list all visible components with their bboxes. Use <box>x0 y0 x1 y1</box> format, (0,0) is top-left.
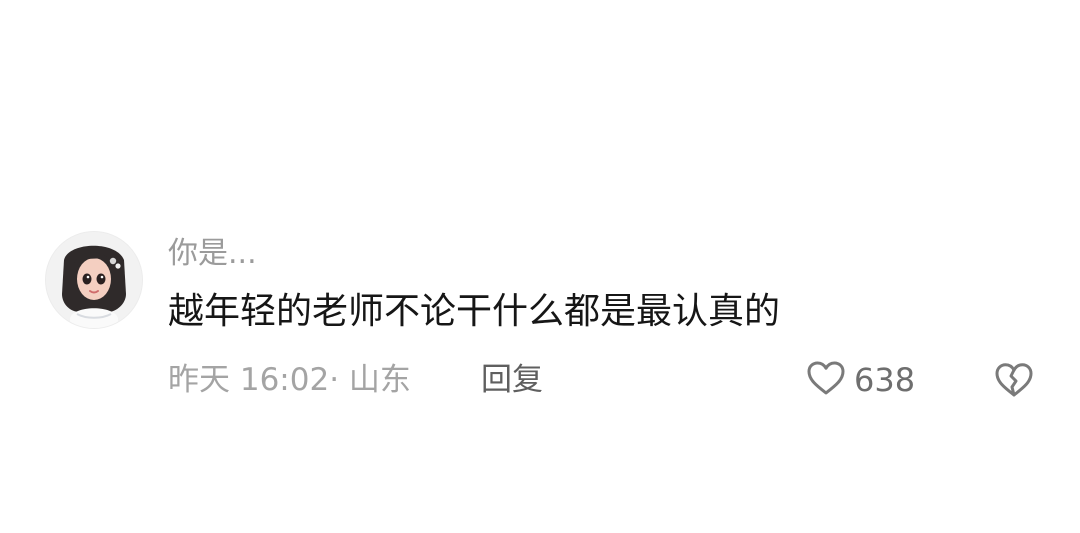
like-button[interactable]: 638 <box>806 358 915 402</box>
comment-meta: 昨天 16:02· 山东 <box>168 362 411 398</box>
comment-item: 你是... 越年轻的老师不论干什么都是最认真的 昨天 16:02· 山东 回复 … <box>0 0 1080 533</box>
avatar[interactable] <box>45 231 143 329</box>
broken-heart-outline-icon <box>994 363 1034 403</box>
heart-outline-icon <box>806 360 846 400</box>
dislike-button[interactable] <box>994 361 1034 399</box>
comment-text: 越年轻的老师不论干什么都是最认真的 <box>168 291 781 332</box>
reply-button[interactable]: 回复 <box>481 360 543 400</box>
like-count: 638 <box>854 361 916 399</box>
username[interactable]: 你是... <box>168 234 257 274</box>
